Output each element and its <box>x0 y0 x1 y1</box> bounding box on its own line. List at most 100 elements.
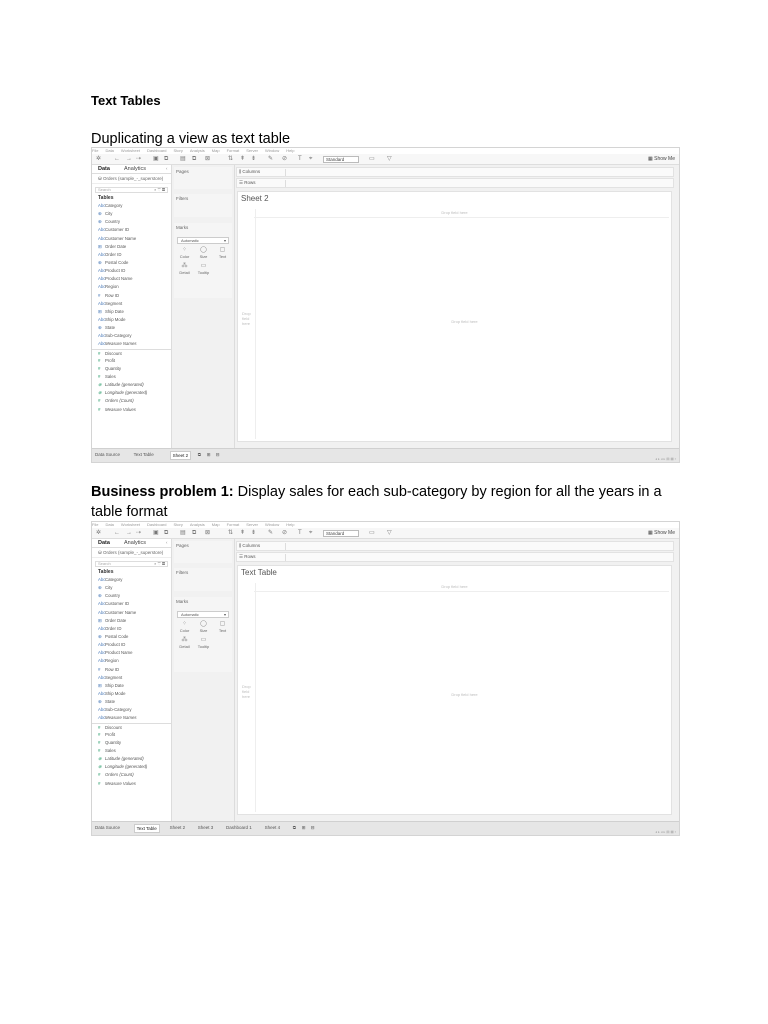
measure-field[interactable]: # Orders (Count) <box>92 771 171 779</box>
dimension-field[interactable]: ⊕ State <box>92 324 171 332</box>
fit-icon[interactable]: ▭ <box>369 156 375 163</box>
mark-tooltip-button[interactable]: ▭ Tooltip <box>195 637 212 649</box>
menu-item[interactable]: Worksheet <box>121 148 140 153</box>
save-icon[interactable]: ▣ <box>153 156 159 163</box>
columns-shelf[interactable]: ⫼ Columns <box>236 167 674 177</box>
pin-icon[interactable]: ⌖ <box>309 156 312 163</box>
measure-field[interactable]: # Discount <box>92 348 171 357</box>
dimension-field[interactable]: AbcCustomer ID <box>92 600 171 608</box>
show-me-button[interactable]: ▦ Show Me <box>648 530 675 536</box>
mark-text-button[interactable]: ▢ Text <box>214 247 231 259</box>
menu-item[interactable]: Format <box>227 148 240 153</box>
highlight-icon[interactable]: ✎ <box>268 530 273 537</box>
fit-dropdown[interactable]: Standard <box>323 530 359 537</box>
mark-detail-button[interactable]: ⁂ Detail <box>176 263 193 275</box>
dimension-field[interactable]: ⊞ Ship Date <box>92 682 171 690</box>
measure-field[interactable]: # Discount <box>92 722 171 731</box>
sheet-tab[interactable]: Sheet 2 <box>169 451 192 460</box>
drop-zone-center[interactable]: Drop field here <box>258 692 671 697</box>
sheet-tab[interactable]: Sheet 3 <box>198 825 214 830</box>
menu-item[interactable]: Story <box>174 148 183 153</box>
new-worksheet-icon[interactable]: ⧉ <box>198 452 201 457</box>
group-icon[interactable]: ⊘ <box>282 156 287 163</box>
filters-card[interactable]: Filters <box>174 568 232 591</box>
dimension-field[interactable]: ⊕ City <box>92 584 171 592</box>
new-dashboard-icon[interactable]: ⊞ <box>302 825 306 831</box>
highlight-icon[interactable]: ✎ <box>268 156 273 163</box>
dimension-field[interactable]: AbcProduct Name <box>92 649 171 657</box>
back-icon[interactable]: ← <box>114 156 120 163</box>
tab-analytics[interactable]: Analytics <box>124 540 146 546</box>
dimension-field[interactable]: AbcCustomer Name <box>92 235 171 243</box>
menu-item[interactable]: Dashboard <box>147 148 167 153</box>
measure-field[interactable]: ⊕ Longitude (generated) <box>92 389 171 397</box>
measure-field[interactable]: # Sales <box>92 373 171 381</box>
rows-shelf[interactable]: ☰ Rows <box>236 552 674 562</box>
menu-item[interactable]: Data <box>105 522 113 527</box>
dimension-field[interactable]: AbcOrder ID <box>92 251 171 259</box>
dimension-field[interactable]: AbcMeasure Names <box>92 714 171 722</box>
new-story-icon[interactable]: ⊟ <box>311 825 315 831</box>
menu-item[interactable]: Worksheet <box>121 522 140 527</box>
menu-item[interactable]: File <box>92 522 98 527</box>
measure-field[interactable]: # Orders (Count) <box>92 397 171 405</box>
menu-item[interactable]: Dashboard <box>147 522 167 527</box>
tab-data[interactable]: Data <box>98 166 110 172</box>
menu-item[interactable]: Format <box>227 522 240 527</box>
forward-icon[interactable]: → <box>126 530 132 537</box>
menu-item[interactable]: Analysis <box>190 148 205 153</box>
dimension-field[interactable]: AbcSegment <box>92 300 171 308</box>
presentation-icon[interactable]: ▽ <box>387 530 392 537</box>
tableau-logo-icon[interactable]: ✲ <box>96 530 101 537</box>
save-icon[interactable]: ▣ <box>153 530 159 537</box>
pin-icon[interactable]: ⌖ <box>309 530 312 537</box>
dimension-field[interactable]: AbcShip Mode <box>92 316 171 324</box>
columns-shelf[interactable]: ⫼ Columns <box>236 541 674 551</box>
dimension-field[interactable]: AbcOrder ID <box>92 625 171 633</box>
menu-item[interactable]: Window <box>265 148 279 153</box>
drop-zone-rows[interactable]: Drop field here <box>242 684 254 699</box>
measure-field[interactable]: ⊕ Longitude (generated) <box>92 763 171 771</box>
back-icon[interactable]: ← <box>114 530 120 537</box>
swap-icon[interactable]: ⇅ <box>228 156 233 163</box>
mark-color-button[interactable]: ⁘ Color <box>176 247 193 259</box>
filter-icon[interactable]: ⌕ ▽ ▤ <box>154 562 165 566</box>
sort-asc-icon[interactable]: ⇞ <box>240 156 245 163</box>
dimension-field[interactable]: AbcProduct Name <box>92 275 171 283</box>
sort-desc-icon[interactable]: ⇟ <box>251 156 256 163</box>
mark-color-button[interactable]: ⁘ Color <box>176 621 193 633</box>
new-datasource-icon[interactable]: ⧉ <box>164 530 168 537</box>
pages-card[interactable]: Pages <box>174 167 232 189</box>
mark-size-button[interactable]: ◯ Size <box>195 247 212 259</box>
dimension-field[interactable]: AbcShip Mode <box>92 690 171 698</box>
dimension-field[interactable]: ⊕ Postal Code <box>92 259 171 267</box>
swap-icon[interactable]: ⇅ <box>228 530 233 537</box>
dimension-field[interactable]: AbcProduct ID <box>92 641 171 649</box>
collapse-icon[interactable]: ‹ <box>166 166 168 171</box>
fit-icon[interactable]: ▭ <box>369 530 375 537</box>
measure-field[interactable]: # Quantity <box>92 365 171 373</box>
dimension-field[interactable]: ⊕ City <box>92 210 171 218</box>
show-me-button[interactable]: ▦ Show Me <box>648 156 675 162</box>
dimension-field[interactable]: AbcSub-Category <box>92 332 171 340</box>
sheet-tab[interactable]: Sheet 2 <box>170 825 186 830</box>
dimension-field[interactable]: # Row ID <box>92 292 171 300</box>
dimension-field[interactable]: AbcRegion <box>92 283 171 291</box>
dimension-field[interactable]: AbcSegment <box>92 674 171 682</box>
tableau-logo-icon[interactable]: ✲ <box>96 156 101 163</box>
rows-shelf[interactable]: ☰ Rows <box>236 178 674 188</box>
sheet-tab[interactable]: Data Source <box>95 452 120 457</box>
field-search-input[interactable]: Search ⌕ ▽ ▤ <box>95 187 168 193</box>
fit-dropdown[interactable]: Standard <box>323 156 359 163</box>
new-worksheet-icon[interactable]: ⧉ <box>293 825 296 830</box>
dimension-field[interactable]: ⊞ Ship Date <box>92 308 171 316</box>
sheet-tab[interactable]: Dashboard 1 <box>226 825 252 830</box>
label-icon[interactable]: T <box>298 530 302 537</box>
redo-icon[interactable]: ⇢ <box>136 530 141 537</box>
menu-item[interactable]: Analysis <box>190 522 205 527</box>
field-search-input[interactable]: Search ⌕ ▽ ▤ <box>95 561 168 567</box>
measure-field[interactable]: # Measure Values <box>92 406 171 414</box>
measure-field[interactable]: ⊕ Latitude (generated) <box>92 381 171 389</box>
pages-card[interactable]: Pages <box>174 541 232 563</box>
dimension-field[interactable]: AbcCategory <box>92 576 171 584</box>
